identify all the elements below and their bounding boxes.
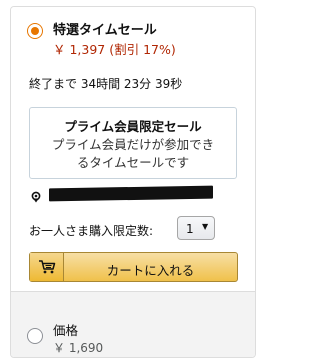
price-radio[interactable] (27, 328, 43, 344)
notice-line-2: るタイムセールです (76, 155, 190, 170)
add-to-cart-label: カートに入れる (106, 263, 195, 278)
price-option-title: 価格 (53, 323, 79, 338)
deal-option[interactable]: 特選タイムセール ￥ 1,397 (割引 17%) 終了まで 34時間 23分 … (11, 7, 255, 291)
deal-price: ￥ 1,397 (割引 17%) (53, 42, 176, 57)
location-pin-icon[interactable] (31, 188, 41, 203)
notice-body: プライム会員だけが参加でき るタイムセールです (30, 136, 236, 172)
deal-countdown: 終了まで 34時間 23分 39秒 (29, 77, 183, 91)
add-to-cart-button[interactable]: カートに入れる (29, 252, 238, 282)
chevron-down-icon: ▼ (202, 222, 209, 231)
redacted-delivery-address (49, 185, 213, 202)
notice-line-1: プライム会員だけが参加でき (51, 137, 215, 152)
shopping-cart-icon (30, 253, 64, 281)
quantity-select[interactable]: 1 ▼ (177, 216, 215, 240)
deal-title: 特選タイムセール (53, 23, 157, 38)
quantity-value: 1 (186, 222, 194, 236)
buybox-panel: 特選タイムセール ￥ 1,397 (割引 17%) 終了まで 34時間 23分 … (10, 6, 256, 358)
deal-radio[interactable] (27, 23, 43, 39)
price-option-price: ￥ 1,690 (53, 341, 104, 355)
quantity-limit-label: お一人さま購入限定数: (29, 224, 154, 238)
prime-exclusive-notice: プライム会員限定セール プライム会員だけが参加でき るタイムセールです (29, 107, 237, 179)
price-option[interactable]: 価格 ￥ 1,690 (11, 291, 255, 357)
notice-title: プライム会員限定セール (64, 119, 202, 134)
